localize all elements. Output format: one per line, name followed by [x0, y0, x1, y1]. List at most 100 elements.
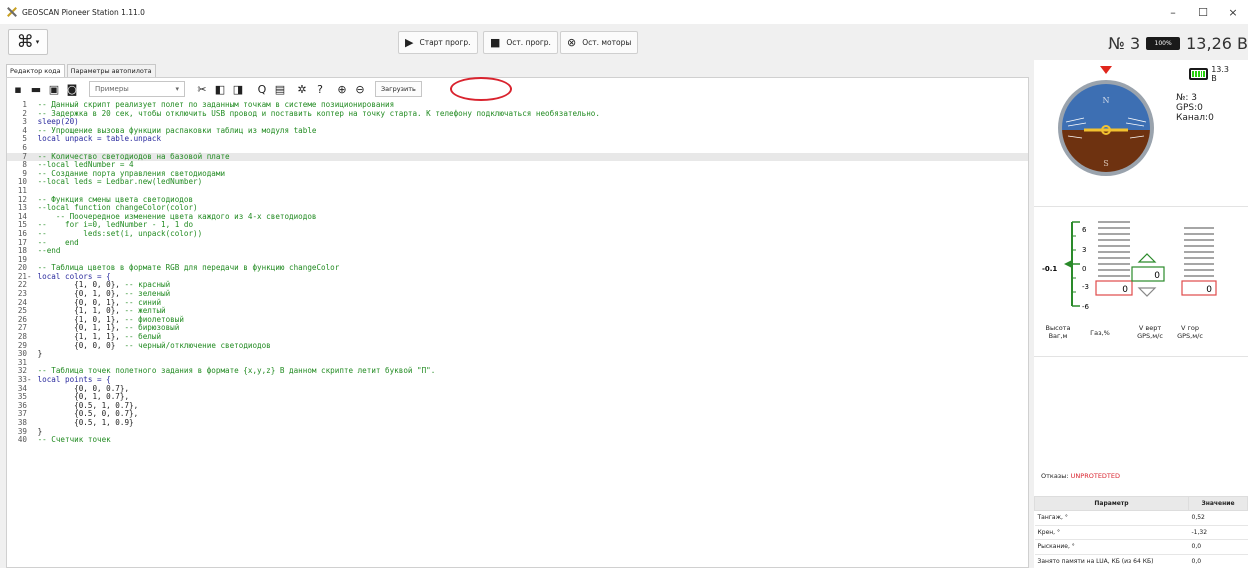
code-line[interactable]: 2 -- Задержка в 20 сек, чтобы отключить … — [7, 108, 1028, 119]
code-line[interactable]: 30 } — [7, 349, 1028, 359]
code-line[interactable]: 18 --end — [7, 246, 1028, 256]
stop-icon: ■ — [490, 36, 501, 49]
vvert-value: 0 — [1154, 271, 1160, 281]
search-icon[interactable]: Q — [255, 82, 269, 96]
window-title: GEOSCAN Pioneer Station 1.11.0 — [22, 7, 145, 17]
channel-label: Канал:0 — [1176, 113, 1214, 123]
code-line[interactable]: 17 -- end — [7, 238, 1028, 248]
altitude-value: -0.1 — [1042, 265, 1057, 273]
divider — [1034, 206, 1248, 207]
divider — [1034, 356, 1248, 357]
new-file-icon[interactable]: ▪ — [11, 82, 25, 96]
copy-icon[interactable]: ◧ — [213, 82, 227, 96]
failures-status: Отказы: UNPROTEDTED — [1041, 472, 1120, 480]
app-logo-icon — [6, 7, 18, 17]
drone-battery: 13.3 В — [1189, 65, 1229, 83]
throttle-value: 0 — [1122, 285, 1128, 295]
code-line[interactable]: 36 {0.5, 1, 0.7}, — [7, 401, 1028, 411]
table-row: Тангаж, ° 0,52 — [1034, 510, 1248, 526]
battery-voltage: 13,26 В — [1186, 33, 1248, 53]
code-text: } — [37, 349, 43, 359]
south-label: S — [1103, 159, 1108, 168]
code-editor: ▪ ▬ ▣ ◙ Примеры ▾ ✂ ◧ ◨ Q ▤ ✲ ? ⊕ ⊖ Загр… — [6, 77, 1029, 568]
paste-icon[interactable]: ◨ — [231, 82, 245, 96]
failures-label: Отказы: — [1041, 472, 1069, 480]
examples-placeholder: Примеры — [95, 85, 129, 93]
close-button[interactable]: × — [1218, 0, 1248, 24]
stop-program-button[interactable]: ■ Ост. прогр. — [483, 31, 558, 54]
code-line[interactable]: 10 --local leds = Ledbar.new(ledNumber) — [7, 178, 1028, 187]
code-line[interactable]: 35 {0, 1, 0.7}, — [7, 392, 1028, 402]
code-line[interactable]: 5 local unpack = table.unpack — [7, 135, 1028, 144]
heading-marker-icon — [1100, 66, 1112, 74]
gps-label: GPS:0 — [1176, 103, 1203, 113]
failures-value: UNPROTEDTED — [1070, 472, 1121, 480]
cut-icon[interactable]: ✂ — [195, 82, 209, 96]
stop-program-label: Ост. прогр. — [506, 38, 551, 47]
height-label: Высота Ваг,м — [1045, 324, 1071, 340]
zoom-out-icon[interactable]: ⊖ — [353, 82, 367, 96]
altitude-gauge: 6 3 0 -3 -6 -0.1 — [1042, 221, 1090, 311]
line-number: 40 — [17, 435, 27, 445]
connection-status: № 3 100% 13,26 В — [1108, 31, 1248, 55]
code-line[interactable]: 33- local points = { — [7, 375, 1028, 385]
table-header-value: Значение — [1188, 496, 1248, 511]
zoom-in-icon[interactable]: ⊕ — [335, 82, 349, 96]
code-line[interactable]: 39 } — [7, 427, 1028, 437]
vvert-label: V верт GPS,м/с — [1137, 324, 1163, 340]
replace-icon[interactable]: ▤ — [273, 82, 287, 96]
chevron-down-icon: ▾ — [175, 85, 179, 93]
code-comment: --local leds = Ledbar.new(ledNumber) — [37, 177, 203, 187]
code-line[interactable]: 7 -- Количество светодиодов на базовой п… — [7, 152, 1028, 162]
stop-motors-label: Ост. моторы — [582, 38, 632, 47]
drone-number: № 3 — [1108, 33, 1141, 53]
up-arrow-icon — [1137, 253, 1157, 263]
save-icon[interactable]: ▣ — [47, 82, 61, 96]
help-icon[interactable]: ? — [313, 82, 327, 96]
table-row: Занято памяти на LUA, КБ (из 64 КБ) 0,0 — [1034, 554, 1248, 568]
vhor-label: V гор GPS,м/с — [1177, 324, 1203, 340]
code-line[interactable]: 32 -- Таблица точек полетного задания в … — [7, 367, 1028, 376]
vhor-value: 0 — [1206, 285, 1212, 295]
maximize-button[interactable]: ☐ — [1188, 0, 1218, 24]
code-comment: --end — [37, 246, 61, 256]
throttle-scale — [1098, 221, 1130, 277]
drone-select-button[interactable]: ⌘ ▾ — [8, 29, 48, 55]
examples-select[interactable]: Примеры ▾ — [89, 81, 185, 97]
code-comment: -- черный/отключение светодиодов — [124, 340, 271, 350]
code-line[interactable]: 34 {0, 0, 0.7}, — [7, 384, 1028, 394]
code-line[interactable]: 20 -- Таблица цветов в формате RGB для п… — [7, 263, 1028, 273]
code-comment: -- Задержка в 20 сек, чтобы отключить US… — [37, 108, 600, 118]
code-line[interactable]: 40 -- Счетчик точек — [7, 435, 1028, 445]
svg-text:-3: -3 — [1082, 283, 1089, 291]
params-table: Параметр Значение Тангаж, ° 0,52 Крен, ° -… — [1034, 496, 1248, 568]
settings-icon[interactable]: ✲ — [295, 82, 309, 96]
main-toolbar: ⌘ ▾ ▶ Старт прогр. ■ Ост. прогр. ⊗ Ост. м… — [0, 26, 1248, 60]
north-label: N — [1103, 96, 1110, 105]
code-line[interactable]: 37 {0.5, 0, 0.7}, — [7, 410, 1028, 419]
upload-button[interactable]: Загрузить — [375, 81, 422, 97]
stop-motors-button[interactable]: ⊗ Ост. моторы — [560, 31, 639, 54]
code-line[interactable]: 38 {0.5, 1, 0.9} — [7, 418, 1028, 428]
svg-text:0: 0 — [1082, 265, 1086, 273]
table-header-param: Параметр — [1034, 496, 1189, 511]
code-area[interactable]: 1 -- Данный скрипт реализует полет по за… — [7, 101, 1028, 567]
minimize-button[interactable]: – — [1158, 0, 1188, 24]
start-program-button[interactable]: ▶ Старт прогр. — [398, 31, 478, 54]
code-line[interactable]: 16 -- leds:set(i, unpack(color)) — [7, 229, 1028, 239]
tab-code-editor[interactable]: Редактор кода — [6, 64, 65, 78]
title-bar: GEOSCAN Pioneer Station 1.11.0 – ☐ × — [0, 0, 1248, 24]
svg-text:-6: -6 — [1082, 303, 1090, 311]
code-text: local unpack = table.unpack — [37, 134, 162, 144]
annotation-circle — [450, 77, 512, 101]
chevron-down-icon: ▾ — [35, 38, 40, 46]
play-icon: ▶ — [405, 36, 414, 49]
svg-text:3: 3 — [1082, 246, 1086, 254]
drone-info: №: 3 GPS:0 Канал:0 — [1176, 93, 1214, 123]
gauges: 6 3 0 -3 -6 -0.1 0 0 0 — [1042, 221, 1217, 311]
code-line[interactable]: 29 {0, 0, 0} -- черный/отключение светод… — [7, 340, 1028, 351]
tab-autopilot-params[interactable]: Параметры автопилота — [66, 64, 156, 78]
open-file-icon[interactable]: ▬ — [29, 82, 43, 96]
table-row: Крен, ° -1,32 — [1034, 525, 1248, 540]
save-as-icon[interactable]: ◙ — [65, 82, 79, 96]
